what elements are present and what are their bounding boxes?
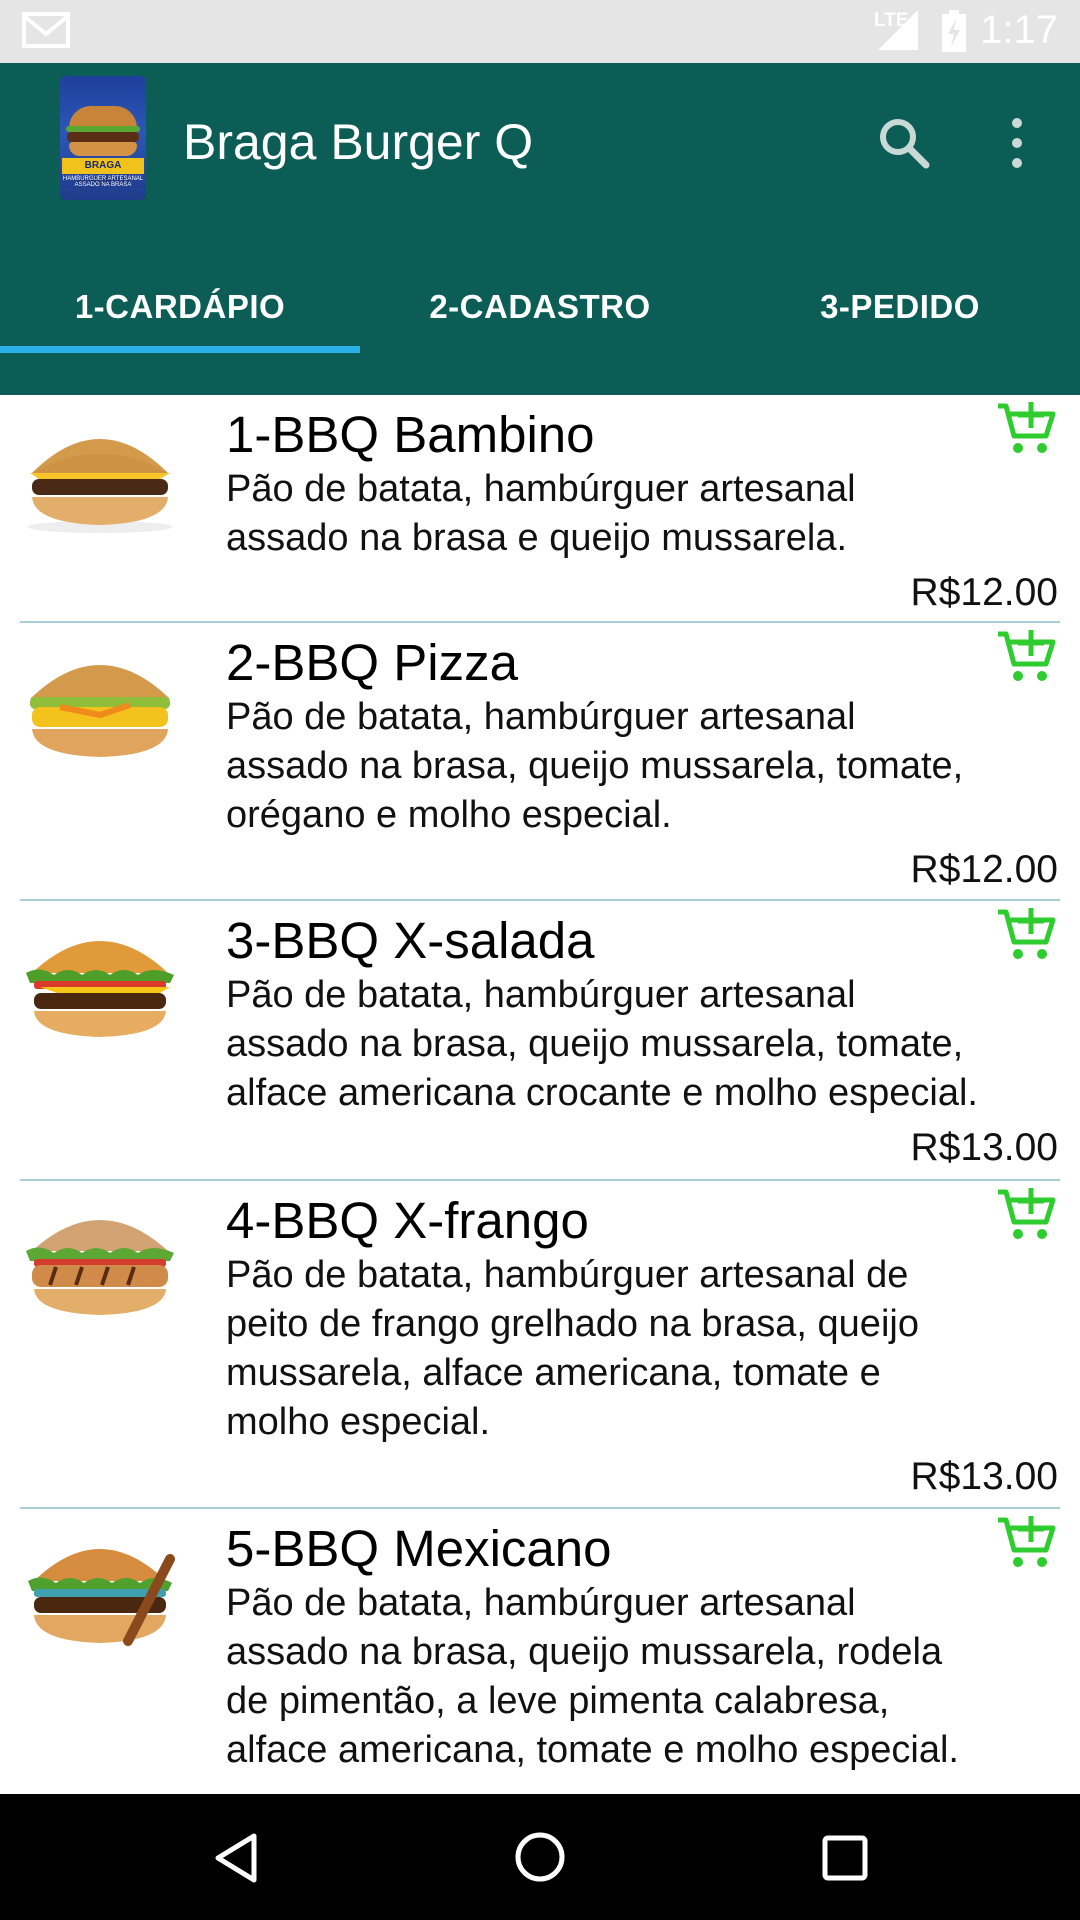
item-name: 5-BBQ Mexicano: [226, 1520, 612, 1577]
app-title: Braga Burger Q: [183, 114, 534, 170]
tab-cadastro[interactable]: 2-CADASTRO: [360, 259, 720, 355]
item-description: Pão de batata, hambúrguer artesanal assa…: [226, 974, 978, 1114]
item-price: R$13.00: [910, 1455, 1058, 1498]
item-description: Pão de batata, hambúrguer artesanal assa…: [226, 1582, 959, 1771]
tab-cardapio[interactable]: 1-CARDÁPIO: [0, 259, 360, 355]
more-vert-icon[interactable]: [1000, 115, 1034, 176]
item-name: 3-BBQ X-salada: [226, 912, 595, 969]
add-to-cart-icon[interactable]: [996, 1186, 1056, 1247]
item-description: Pão de batata, hambúrguer artesanal assa…: [226, 468, 856, 559]
item-price: R$13.00: [910, 1126, 1058, 1169]
tab-bar: 1-CARDÁPIO 2-CADASTRO 3-PEDIDO: [0, 259, 1080, 395]
item-name: 4-BBQ X-frango: [226, 1192, 589, 1249]
system-nav-bar: [0, 1794, 1080, 1920]
app-logo: BRAGA BURGER Q HAMBURGUER ARTESANAL ASSA…: [60, 76, 146, 200]
item-price: R$12.00: [910, 848, 1058, 891]
burger-thumbnail: [20, 1529, 180, 1654]
gmail-icon: [22, 10, 70, 55]
search-icon[interactable]: [876, 115, 932, 176]
burger-thumbnail: [20, 415, 180, 540]
logo-tagline: HAMBURGUER ARTESANAL ASSADO NA BRASA: [62, 176, 144, 188]
add-to-cart-icon[interactable]: [996, 400, 1056, 461]
tab-pedido[interactable]: 3-PEDIDO: [720, 259, 1080, 355]
list-divider: [20, 621, 1060, 623]
clock: 1:17: [980, 8, 1058, 52]
app-bar: BRAGA BURGER Q HAMBURGUER ARTESANAL ASSA…: [0, 63, 1080, 395]
add-to-cart-icon[interactable]: [996, 628, 1056, 689]
burger-thumbnail: [20, 1201, 180, 1326]
list-divider: [20, 1507, 1060, 1509]
burger-thumbnail: [20, 643, 180, 768]
list-divider: [20, 899, 1060, 901]
battery-charging-icon: [940, 10, 968, 57]
home-icon[interactable]: [514, 1829, 566, 1890]
network-type: LTE: [874, 10, 909, 31]
tab-indicator: [0, 346, 360, 353]
item-name: 2-BBQ Pizza: [226, 634, 518, 691]
back-icon[interactable]: [212, 1832, 260, 1889]
item-name: 1-BBQ Bambino: [226, 406, 595, 463]
list-divider: [20, 1179, 1060, 1181]
logo-text: BRAGA BURGER Q: [62, 158, 144, 187]
item-description: Pão de batata, hambúrguer artesanal assa…: [226, 696, 964, 836]
recent-apps-icon[interactable]: [822, 1835, 868, 1886]
add-to-cart-icon[interactable]: [996, 1514, 1056, 1575]
item-description: Pão de batata, hambúrguer artesanal de p…: [226, 1254, 919, 1443]
status-bar: LTE 1:17: [0, 0, 1080, 63]
burger-thumbnail: [20, 921, 180, 1046]
item-price: R$12.00: [910, 571, 1058, 614]
add-to-cart-icon[interactable]: [996, 906, 1056, 967]
